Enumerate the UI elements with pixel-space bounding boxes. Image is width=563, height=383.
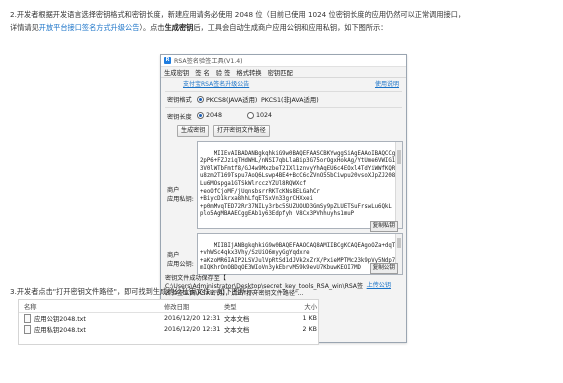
format-pkcs1-label: PKCS1(非JAVA适用) xyxy=(261,97,319,104)
file-type: 文本文档 xyxy=(224,327,250,334)
signature-upgrade-link[interactable]: 开放平台接口签名方式升级公告 xyxy=(39,23,140,32)
divider xyxy=(165,107,402,108)
scroll-thumb[interactable] xyxy=(397,238,401,248)
step-2-prefix: 详情请见 xyxy=(10,23,39,32)
private-key-scrollbar[interactable] xyxy=(395,142,402,228)
radio-unselected-icon xyxy=(247,112,254,119)
private-key-label-line2: 应用私钥: xyxy=(167,196,194,203)
file-list-header: 名称 修改日期 类型 大小 xyxy=(19,300,318,313)
file-row[interactable]: 应用私钥2048.txt 2016/12/20 12:31 文本文档 2 KB xyxy=(19,324,318,335)
private-key-textarea[interactable]: MIIEvAIBADANBgkqhkiG9w0BAQEFAASCBKYwggSi… xyxy=(197,141,403,229)
window-title: RSA签名验签工具(V1.4) xyxy=(174,58,243,65)
col-name[interactable]: 名称 xyxy=(19,302,164,311)
length-2048-label: 2048 xyxy=(206,112,223,119)
copy-public-key-button[interactable]: 复制公钥 xyxy=(369,263,398,274)
key-format-label: 密钥格式 xyxy=(167,97,192,104)
col-size[interactable]: 大小 xyxy=(284,302,317,311)
step-2-mid: ）。点击 xyxy=(139,23,165,32)
scroll-thumb[interactable] xyxy=(397,150,401,164)
window-titlebar: R RSA签名验签工具(V1.4) xyxy=(161,55,406,67)
public-key-label-line2: 应用公钥: xyxy=(167,261,194,268)
step-2-text: 2.开发者根据开发语言选择密钥格式和密钥长度，新建应用请务必使用 2048 位（… xyxy=(10,8,550,34)
length-1024-label: 1024 xyxy=(256,112,273,119)
file-size: 1 KB xyxy=(302,315,317,322)
status-line1: 密钥文件成功保存至【 xyxy=(165,275,226,282)
app-icon: R xyxy=(164,57,171,64)
public-key-label-line1: 商户 xyxy=(167,252,180,259)
open-key-path-button[interactable]: 打开密钥文件路径 xyxy=(213,125,270,137)
step-2-suffix: 后，工具会自动生成商户应用公钥和应用私钥，如下图所示： xyxy=(193,23,388,32)
radio-selected-icon xyxy=(197,96,204,103)
format-pkcs1-radio[interactable]: PKCS1(非JAVA适用) xyxy=(261,95,319,104)
divider xyxy=(165,91,402,92)
col-type[interactable]: 类型 xyxy=(224,302,284,311)
format-pkcs8-radio[interactable]: PKCS8(JAVA适用) xyxy=(197,95,257,104)
file-list: 名称 修改日期 类型 大小 应用公钥2048.txt 2016/12/20 12… xyxy=(18,299,319,345)
key-length-label: 密钥长度 xyxy=(167,114,192,121)
tab-key-match[interactable]: 密钥匹配 xyxy=(265,68,296,77)
private-key-text: MIIEvAIBADANBgkqhkiG9w0BAQEFAASCBKYwggSi… xyxy=(200,150,403,218)
generate-key-button[interactable]: 生成密钥 xyxy=(177,125,210,137)
file-type: 文本文档 xyxy=(224,316,250,323)
tab-generate-key[interactable]: 生成密钥 xyxy=(161,68,192,77)
file-modified: 2016/12/20 12:31 xyxy=(164,315,221,322)
copy-private-key-button[interactable]: 复制私钥 xyxy=(369,221,398,232)
file-name: 应用私钥2048.txt xyxy=(34,327,86,334)
length-2048-radio[interactable]: 2048 xyxy=(197,112,222,119)
radio-selected-icon xyxy=(197,112,204,119)
file-name: 应用公钥2048.txt xyxy=(34,316,86,323)
format-pkcs8-label: PKCS8(JAVA适用) xyxy=(206,97,258,104)
step-3-text: 3.开发者点击"打开密钥文件路径"，即可找到生成的公私钥文件，如下图所示： xyxy=(10,287,261,296)
tool-links: 支付宝RSA签名升级公告 使用说明 xyxy=(183,79,403,89)
file-modified: 2016/12/20 12:31 xyxy=(164,326,221,333)
generate-key-emphasis: 生成密钥 xyxy=(164,23,194,32)
text-file-icon xyxy=(24,325,31,334)
file-size: 2 KB xyxy=(302,326,317,333)
file-row[interactable]: 应用公钥2048.txt 2016/12/20 12:31 文本文档 1 KB xyxy=(19,313,318,324)
step-2-line1: 2.开发者根据开发语言选择密钥格式和密钥长度，新建应用请务必使用 2048 位（… xyxy=(10,10,466,19)
usage-guide-link[interactable]: 使用说明 xyxy=(375,79,399,88)
col-modified[interactable]: 修改日期 xyxy=(164,302,224,311)
tab-format-convert[interactable]: 格式转换 xyxy=(233,68,264,77)
tab-sign[interactable]: 签 名 xyxy=(192,68,213,77)
tool-tabs: 生成密钥 签 名 验 签 格式转换 密钥匹配 xyxy=(161,67,406,78)
length-1024-radio[interactable]: 1024 xyxy=(247,112,272,119)
text-file-icon xyxy=(24,314,31,323)
rsa-upgrade-notice-link[interactable]: 支付宝RSA签名升级公告 xyxy=(183,79,249,88)
private-key-label-line1: 商户 xyxy=(167,187,180,194)
tab-verify[interactable]: 验 签 xyxy=(213,68,234,77)
